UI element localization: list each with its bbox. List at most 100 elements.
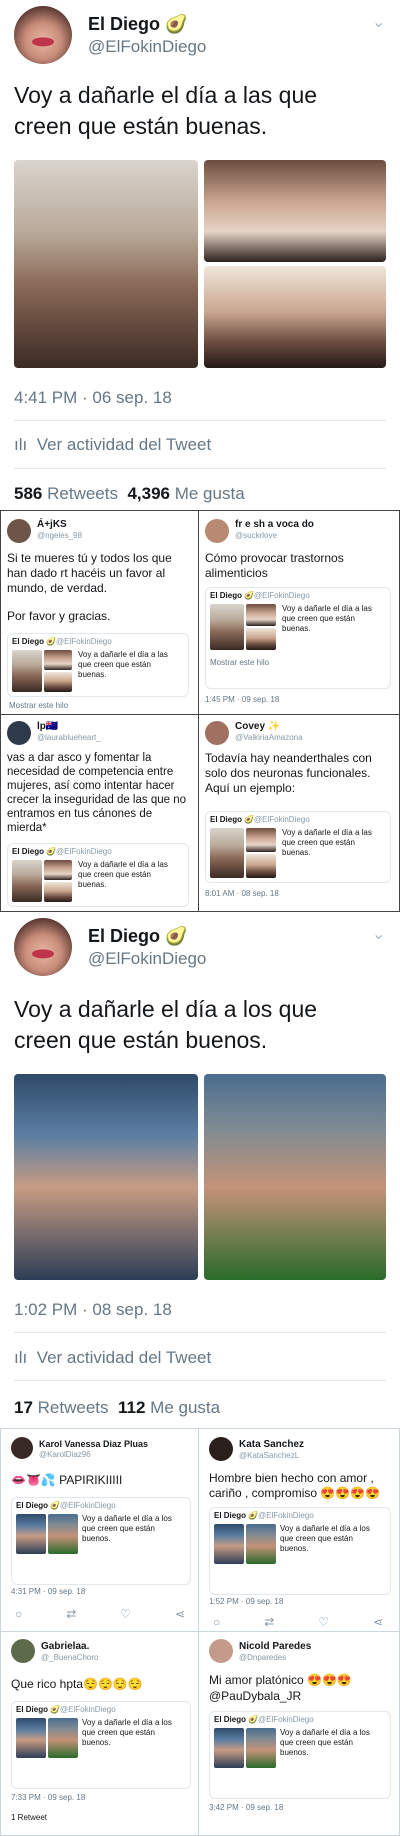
author-name[interactable]: El Diego 🥑 [88, 926, 187, 947]
quoted-photo [246, 1728, 276, 1768]
quoted-tweet[interactable]: El Diego 🥑 @ElFokinDiego Voy a dañarle e… [11, 1497, 191, 1585]
tweet-photo-2[interactable] [204, 1074, 386, 1280]
reply-handle[interactable]: @ngeles_98 [37, 531, 82, 540]
reply-author[interactable]: Nicold Paredes [239, 1641, 311, 1652]
avatar[interactable] [209, 1437, 233, 1461]
reply-text: Que rico hpta😌😌😌😌 [11, 1677, 143, 1691]
show-thread-link[interactable]: Mostrar este hilo [210, 658, 269, 667]
share-icon[interactable]: ⋖ [373, 1615, 383, 1629]
quoted-photo [48, 1514, 78, 1554]
tweet-photo-2[interactable] [204, 160, 386, 262]
activity-link[interactable]: ılı Ver actividad del Tweet [14, 435, 211, 455]
quoted-tweet[interactable]: El Diego 🥑 @ElFokinDiego Voy a dañarle e… [11, 1701, 191, 1789]
grid-divider-h [1, 714, 399, 715]
mention-link[interactable]: @PauDybala_JR [209, 1689, 301, 1704]
quoted-tweet[interactable]: El Diego 🥑 @ElFokinDiego Voy a dañarle e… [205, 587, 391, 689]
quoted-handle: @ElFokinDiego [254, 815, 310, 824]
quoted-tweet[interactable]: El Diego 🥑 @ElFokinDiego Voy a dañarle e… [209, 1507, 391, 1595]
reply-handle[interactable]: @laurablueheart_ [37, 733, 101, 742]
reply-handle[interactable]: @KarolDiaz96 [39, 1450, 91, 1459]
reply-timestamp[interactable]: 1:45 PM · 09 sep. 18 [205, 695, 279, 704]
author-handle[interactable]: @ElFokinDiego [88, 37, 206, 57]
reply-timestamp[interactable]: 1:52 PM · 09 sep. 18 [209, 1597, 283, 1606]
avatar[interactable] [11, 1639, 35, 1663]
avatar[interactable] [209, 1639, 233, 1663]
reply-icon[interactable]: ○ [213, 1615, 220, 1629]
reply-author[interactable]: Gabrielaa. [41, 1641, 89, 1652]
like-count[interactable]: 4,396 [127, 484, 170, 503]
quoted-author: El Diego 🥑 [210, 815, 255, 824]
quoted-photo [210, 828, 244, 878]
avatar[interactable] [205, 721, 229, 745]
reply-handle[interactable]: @ValkiriaAmazona [235, 733, 303, 742]
retweet-count[interactable]: 586 [14, 484, 42, 503]
reply-author[interactable]: Kata Sanchez [239, 1439, 304, 1450]
tweet-timestamp[interactable]: 1:02 PM · 08 sep. 18 [14, 1300, 172, 1320]
like-count[interactable]: 112 [118, 1398, 145, 1417]
reply-timestamp[interactable]: 3:42 PM · 09 sep. 18 [209, 1803, 283, 1812]
avatar[interactable] [11, 1437, 33, 1459]
reply-author[interactable]: Karol Vanessa Diaz Pluas [39, 1439, 148, 1449]
reply-author[interactable]: Á+jKS [37, 519, 67, 530]
quoted-photo [44, 672, 72, 692]
reply-timestamp[interactable]: 4:31 PM · 09 sep. 18 [11, 1587, 85, 1596]
quoted-photo [12, 650, 42, 692]
reply-handle[interactable]: @KataSanchezL [239, 1451, 299, 1460]
reply-card[interactable]: Karol Vanessa Diaz Pluas @KarolDiaz96 👄👅… [7, 1435, 193, 1629]
reply-text: 👄👅💦 PAPIRIKIIIII [11, 1473, 123, 1487]
share-icon[interactable]: ⋖ [175, 1607, 185, 1621]
show-thread-link[interactable]: Mostrar este hilo [9, 701, 68, 710]
reply-card[interactable]: Nicold Paredes @Dnparedes Mi amor platón… [205, 1637, 393, 1833]
reply-timestamp[interactable]: 7:33 PM · 09 sep. 18 [11, 1793, 85, 1802]
retweet-icon[interactable]: ⇄ [66, 1607, 76, 1621]
reply-author[interactable]: Covey ✨ [235, 721, 280, 732]
tweet-timestamp[interactable]: 4:41 PM · 06 sep. 18 [14, 388, 172, 408]
chevron-down-icon[interactable]: ⌄ [372, 12, 385, 32]
reply-handle[interactable]: @Dnparedes [239, 1653, 286, 1662]
avatar[interactable] [14, 6, 72, 64]
reply-card[interactable]: fr e sh a voca do @suckrlove Cómo provoc… [205, 517, 393, 712]
quoted-tweet[interactable]: El Diego 🥑 @ElFokinDiego Voy a dañarle e… [205, 811, 391, 883]
reply-timestamp[interactable]: 8:01 AM · 08 sep. 18 [205, 889, 279, 898]
reply-handle[interactable]: @suckrlove [235, 531, 277, 540]
like-label[interactable]: Me gusta [175, 484, 245, 503]
tweet-photo-1[interactable] [14, 160, 198, 368]
quoted-handle: @ElFokinDiego [56, 847, 112, 856]
reply-author[interactable]: fr e sh a voca do [235, 519, 314, 530]
quoted-text: Voy a dañarle el día a las que creen que… [282, 828, 372, 857]
reply-card[interactable]: lp🇦🇺 @laurablueheart_ vas a dar asco y f… [7, 719, 193, 909]
action-bar: ○ ⇄ ♡ ⋖ [15, 1607, 185, 1621]
reply-author[interactable]: lp🇦🇺 [37, 721, 58, 732]
reply-icon[interactable]: ○ [15, 1607, 22, 1621]
retweet-icon[interactable]: ⇄ [264, 1615, 274, 1629]
like-label[interactable]: Me gusta [150, 1398, 220, 1417]
author-handle[interactable]: @ElFokinDiego [88, 949, 206, 969]
author-name[interactable]: El Diego 🥑 [88, 14, 187, 35]
avatar[interactable] [205, 519, 229, 543]
quoted-tweet[interactable]: El Diego 🥑 @ElFokinDiego Voy a dañarle e… [7, 843, 189, 907]
like-icon[interactable]: ♡ [318, 1615, 329, 1629]
chevron-down-icon[interactable]: ⌄ [372, 924, 385, 944]
activity-link[interactable]: ılı Ver actividad del Tweet [14, 1348, 211, 1368]
reply-card[interactable]: Kata Sanchez @KataSanchezL Hombre bien h… [205, 1435, 393, 1629]
reply-handle[interactable]: @_BuenaChoro [41, 1653, 99, 1662]
tweet-photo-1[interactable] [14, 1074, 198, 1280]
replies-grid: Karol Vanessa Diaz Pluas @KarolDiaz96 👄👅… [0, 1428, 400, 1836]
quoted-tweet[interactable]: El Diego 🥑 @ElFokinDiego Voy a dañarle e… [7, 633, 189, 697]
retweet-label[interactable]: Retweets [47, 484, 118, 503]
reply-card[interactable]: Á+jKS @ngeles_98 Si te mueres tú y todos… [7, 517, 193, 712]
avatar[interactable] [7, 721, 31, 745]
like-icon[interactable]: ♡ [120, 1607, 131, 1621]
quoted-photo [246, 604, 276, 626]
quoted-handle: @ElFokinDiego [258, 1511, 314, 1520]
tweet-photo-3[interactable] [204, 266, 386, 368]
retweet-count[interactable]: 17 [14, 1398, 33, 1417]
quoted-tweet[interactable]: El Diego 🥑 @ElFokinDiego Voy a dañarle e… [209, 1711, 391, 1799]
avatar[interactable] [7, 519, 31, 543]
grid-divider-v [198, 1429, 199, 1835]
retweet-label[interactable]: Retweets [38, 1398, 109, 1417]
reply-card[interactable]: Covey ✨ @ValkiriaAmazona Todavía hay nea… [205, 719, 393, 909]
retweet-count-label[interactable]: 1 Retweet [11, 1813, 47, 1822]
reply-card[interactable]: Gabrielaa. @_BuenaChoro Que rico hpta😌😌😌… [7, 1637, 193, 1833]
avatar[interactable] [14, 918, 72, 976]
